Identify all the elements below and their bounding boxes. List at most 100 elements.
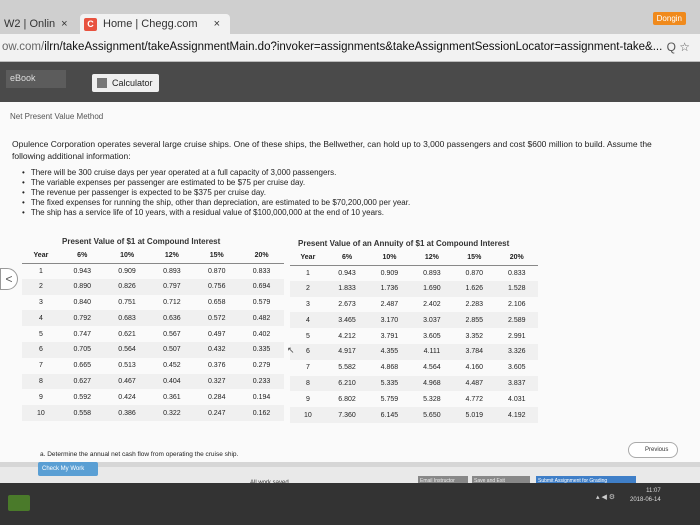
table-cell: 0.497 <box>207 330 226 338</box>
table-cell: 9 <box>38 393 43 401</box>
pva-table: Year 6% 10% 12% 15% 20% 1 0.943 0.909 0.893 0.870… <box>290 250 538 423</box>
table-row: 2 1.833 1.736 1.690 1.626 1.528 <box>290 280 538 297</box>
table-cell: 6 <box>22 341 60 358</box>
table-cell: 4.111 <box>410 343 454 360</box>
table-row: 6 4.917 4.355 4.111 3.784 3.326 <box>290 343 538 360</box>
table-cell: 1.833 <box>325 280 369 297</box>
table-cell: 0.747 <box>73 330 91 338</box>
table-cell: 0.482 <box>239 310 284 327</box>
profile-badge[interactable]: Dongin <box>652 12 686 25</box>
system-tray-icon[interactable]: ▴ ◀ ⚙ <box>596 493 615 501</box>
table-cell: 2 <box>22 278 60 295</box>
table-cell: 1.626 <box>453 280 496 297</box>
address-bar[interactable]: ow.com/ilrn/takeAssignment/takeAssignmen… <box>0 34 700 62</box>
table-cell: 4.212 <box>338 332 356 340</box>
table-cell: 3 <box>38 298 43 306</box>
url-text[interactable]: ow.com/ilrn/takeAssignment/takeAssignmen… <box>2 41 662 53</box>
column-header: 15% <box>453 250 496 266</box>
table-cell: 3.791 <box>380 332 399 340</box>
table-cell: 0.404 <box>149 373 195 390</box>
previous-button[interactable]: Previous <box>628 442 678 458</box>
table-cell: 3.784 <box>453 343 496 360</box>
table-cell: 3.837 <box>495 375 538 392</box>
table-cell: 2.673 <box>338 300 356 308</box>
table-cell: 0.402 <box>252 330 271 338</box>
table-cell: 0.432 <box>194 341 240 358</box>
table-cell: 4.160 <box>465 364 484 372</box>
tab-label: W2 | Onlin <box>4 18 56 30</box>
table-row: 9 0.592 0.424 0.361 0.284 0.194 <box>22 389 284 405</box>
ebook-button[interactable]: eBook <box>6 70 66 88</box>
table-cell: 1.528 <box>495 280 538 297</box>
table-cell: 6.802 <box>338 395 356 403</box>
table-cell: 4.917 <box>325 343 369 360</box>
table-cell: 6 <box>290 343 326 360</box>
table-cell: 0.361 <box>163 393 181 401</box>
table-cell: 5.759 <box>380 395 399 403</box>
table-cell: 3 <box>305 300 310 308</box>
table-cell: 0.694 <box>239 278 284 295</box>
table-cell: 1.690 <box>410 280 454 297</box>
tab-close-icon[interactable]: × <box>61 18 67 30</box>
table-cell: 10 <box>22 405 60 421</box>
table-cell: 3.465 <box>325 312 369 329</box>
table-cell: 0.564 <box>104 341 150 358</box>
table-cell: 2.283 <box>465 300 484 308</box>
assumption-list: There will be 300 cruise days per year o… <box>22 168 410 218</box>
table-cell: 2.106 <box>507 300 526 308</box>
table-cell: 0.572 <box>194 310 240 327</box>
table-cell: 0.943 <box>73 267 91 275</box>
table-cell: 4.772 <box>465 395 484 403</box>
calculator-label: Calculator <box>112 78 153 88</box>
table-cell: 4.487 <box>453 375 496 392</box>
table-cell: 5.335 <box>368 375 411 392</box>
table-cell: 0.890 <box>59 278 105 295</box>
table-cell: 0.279 <box>252 362 271 370</box>
table-cell: 3.352 <box>465 332 484 340</box>
table-cell: 6.145 <box>368 407 411 423</box>
tab-online[interactable]: W2 | Onlin × <box>0 14 70 34</box>
table-cell: 8 <box>22 373 60 390</box>
table-cell: 0.893 <box>163 267 181 275</box>
table-cell: 0.233 <box>239 373 284 390</box>
table-cell: 0.284 <box>207 393 226 401</box>
table-cell: 4.868 <box>380 364 399 372</box>
system-clock[interactable]: 11:07 2018-06-14 <box>630 487 661 505</box>
pva-table-title: Present Value of an Annuity of $1 at Com… <box>298 239 510 248</box>
table-cell: 0.833 <box>252 267 271 275</box>
table-row: 5 4.212 3.791 3.605 3.352 2.991 <box>290 328 538 344</box>
table-cell: 4 <box>22 310 60 327</box>
table-cell: 0.797 <box>149 278 195 295</box>
table-cell: 0.592 <box>73 393 91 401</box>
table-cell: 0.943 <box>338 269 356 277</box>
table-cell: 0.579 <box>252 298 271 306</box>
table-cell: 0.567 <box>163 330 181 338</box>
table-cell: 2.402 <box>423 300 441 308</box>
section-title: Net Present Value Method <box>10 112 104 121</box>
pva-table-header: Year 6% 10% 12% 15% 20% <box>290 250 538 266</box>
assignment-toolbar: eBook Calculator <box>0 62 700 102</box>
clock-time: 11:07 <box>646 488 661 494</box>
os-taskbar: ▴ ◀ ⚙ 11:07 2018-06-14 <box>0 483 700 525</box>
tab-chegg[interactable]: C Home | Chegg.com × <box>80 14 230 34</box>
table-cell: 0.621 <box>118 330 136 338</box>
table-cell: 6.210 <box>325 375 369 392</box>
table-cell: 5.582 <box>338 364 356 372</box>
table-row: 3 0.840 0.751 0.712 0.658 0.579 <box>22 295 284 311</box>
mouse-cursor-icon: ↖ <box>287 345 295 355</box>
table-cell: 5 <box>38 330 43 338</box>
table-cell: 0.627 <box>59 373 105 390</box>
table-cell: 0.335 <box>239 341 284 358</box>
table-row: 10 0.558 0.386 0.322 0.247 0.162 <box>22 405 284 421</box>
tab-label: Home | Chegg.com <box>103 18 198 30</box>
calculator-button[interactable]: Calculator <box>92 74 159 92</box>
table-cell: 0.683 <box>104 310 150 327</box>
table-row: 3 2.673 2.487 2.402 2.283 2.106 <box>290 297 538 313</box>
check-my-work-button[interactable]: Check My Work <box>38 462 98 476</box>
tab-close-icon[interactable]: × <box>214 18 220 30</box>
table-cell: 5.328 <box>423 395 441 403</box>
column-header: Year <box>290 250 326 266</box>
table-cell: 8 <box>290 375 326 392</box>
bookmark-star-icon[interactable]: Q ☆ <box>667 40 690 54</box>
taskbar-app-icon[interactable] <box>8 495 30 511</box>
